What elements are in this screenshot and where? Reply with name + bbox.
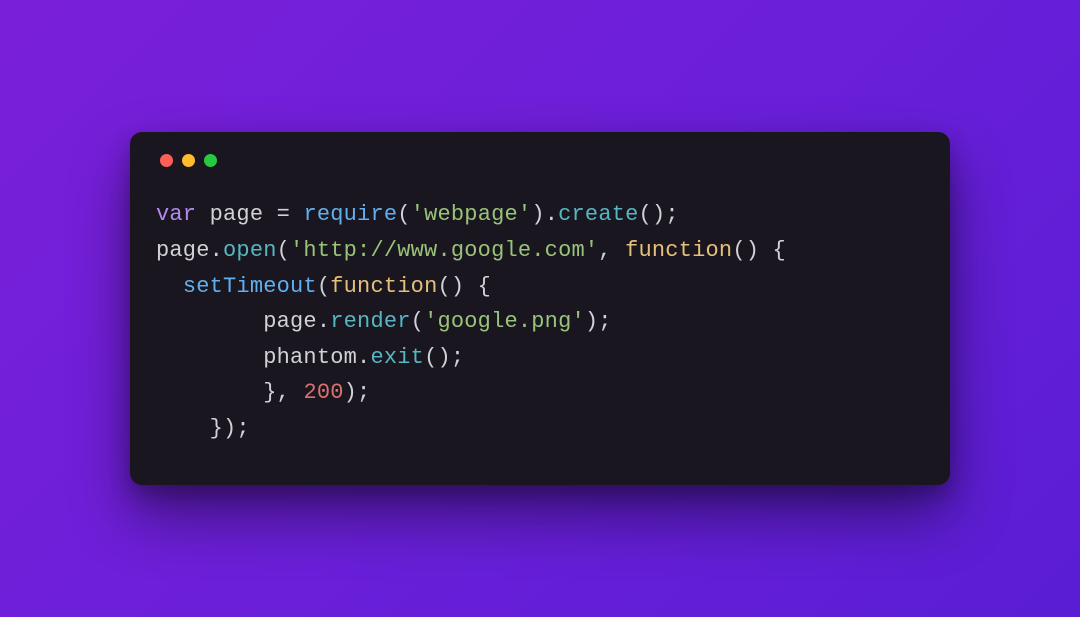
code-token-punc: =	[277, 202, 290, 227]
code-token-fnword: function	[330, 274, 437, 299]
code-token-string: 'webpage'	[411, 202, 532, 227]
code-token-ident: phantom	[263, 345, 357, 370]
code-token-punc	[156, 309, 263, 334]
code-token-punc: (	[277, 238, 290, 263]
minimize-icon[interactable]	[182, 154, 195, 167]
code-token-punc: .	[210, 238, 223, 263]
code-token-punc: )	[531, 202, 544, 227]
code-token-punc: });	[156, 416, 250, 441]
code-token-ident: page	[210, 202, 264, 227]
code-token-punc: () {	[732, 238, 786, 263]
code-token-punc: ,	[598, 238, 625, 263]
code-token-punc: ();	[424, 345, 464, 370]
close-icon[interactable]	[160, 154, 173, 167]
code-token-punc: .	[317, 309, 330, 334]
code-block[interactable]: var page = require('webpage').create(); …	[156, 197, 924, 446]
code-token-punc: .	[357, 345, 370, 370]
code-token-punc: .	[545, 202, 558, 227]
code-token-punc: (	[317, 274, 330, 299]
code-token-punc: (	[411, 309, 424, 334]
code-token-builtin: require	[303, 202, 397, 227]
code-token-punc	[290, 202, 303, 227]
window-traffic-lights	[156, 154, 924, 167]
code-token-punc: );	[585, 309, 612, 334]
code-token-method: open	[223, 238, 277, 263]
code-token-string: 'google.png'	[424, 309, 585, 334]
code-token-punc: );	[344, 380, 371, 405]
code-token-punc	[156, 345, 263, 370]
code-token-keyword: var	[156, 202, 196, 227]
code-token-punc	[156, 274, 183, 299]
code-token-punc: },	[156, 380, 303, 405]
code-token-punc	[196, 202, 209, 227]
zoom-icon[interactable]	[204, 154, 217, 167]
code-token-punc: ();	[639, 202, 679, 227]
code-token-method: create	[558, 202, 638, 227]
code-token-ident: page	[263, 309, 317, 334]
code-token-fnword: function	[625, 238, 732, 263]
code-token-method: render	[330, 309, 410, 334]
code-token-punc: (	[397, 202, 410, 227]
code-token-string: 'http://www.google.com'	[290, 238, 598, 263]
code-token-number: 200	[303, 380, 343, 405]
code-token-punc	[263, 202, 276, 227]
code-token-method: exit	[370, 345, 424, 370]
code-token-punc: () {	[437, 274, 491, 299]
code-token-method2: setTimeout	[183, 274, 317, 299]
code-token-ident: page	[156, 238, 210, 263]
code-window: var page = require('webpage').create(); …	[130, 132, 950, 484]
